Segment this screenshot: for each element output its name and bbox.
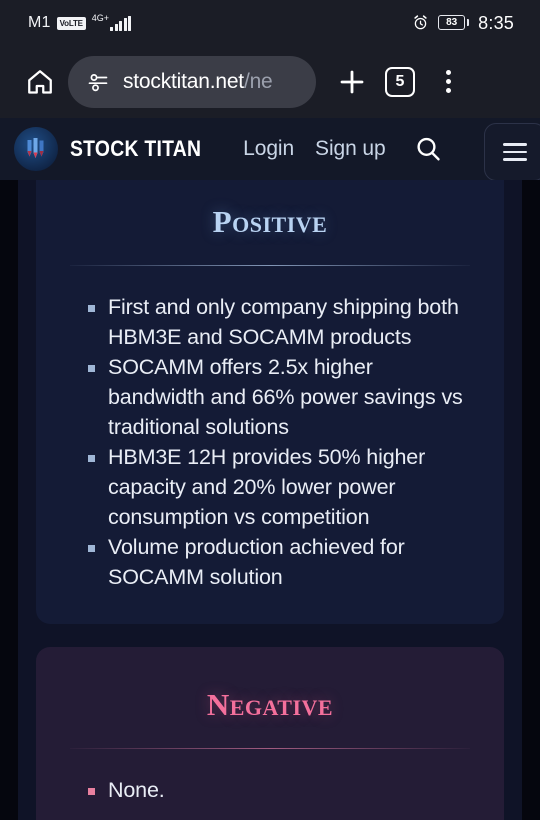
- list-item: Volume production achieved for SOCAMM so…: [88, 532, 474, 592]
- negative-bullet-list: None.: [62, 775, 478, 805]
- tab-count-label: 5: [385, 66, 415, 97]
- page-container: Positive First and only company shipping…: [18, 180, 522, 820]
- network-type-label: 4G+: [91, 13, 110, 23]
- hamburger-menu-button[interactable]: [484, 123, 540, 180]
- positive-card-divider: [70, 265, 470, 266]
- volte-badge: VoLTE: [56, 17, 86, 30]
- stock-titan-logo-icon: [14, 127, 58, 171]
- tab-switcher-button[interactable]: 5: [376, 58, 424, 106]
- negative-card: Negative None.: [36, 647, 504, 820]
- positive-card: Positive First and only company shipping…: [36, 180, 504, 624]
- alarm-clock-icon: [414, 15, 427, 30]
- list-item: First and only company shipping both HBM…: [88, 292, 474, 352]
- url-path: /ne: [243, 69, 273, 93]
- home-button[interactable]: [14, 56, 66, 108]
- list-item: HBM3E 12H provides 50% higher capacity a…: [88, 442, 474, 532]
- brand-home-link[interactable]: STOCK TITAN: [14, 127, 219, 171]
- page-body: Positive First and only company shipping…: [0, 180, 540, 820]
- new-tab-button[interactable]: [328, 58, 376, 106]
- list-item: SOCAMM offers 2.5x higher bandwidth and …: [88, 352, 474, 442]
- search-icon: [417, 137, 440, 161]
- site-header: STOCK TITAN Login Sign up: [0, 118, 540, 180]
- url-domain: stocktitan.net: [123, 69, 244, 93]
- negative-card-title: Negative: [206, 687, 334, 722]
- network-indicator: 4G+: [91, 13, 132, 31]
- home-icon: [28, 69, 52, 94]
- article-content: Positive First and only company shipping…: [36, 180, 504, 820]
- phone-screen: M1 VoLTE 4G+ 83 8:35 stocktitan.net/ne 5…: [0, 0, 540, 820]
- plus-icon: [340, 70, 364, 93]
- address-bar[interactable]: stocktitan.net/ne: [68, 55, 316, 108]
- carrier-label: M1: [28, 14, 51, 31]
- browser-menu-button[interactable]: [424, 58, 472, 106]
- signup-link[interactable]: Sign up: [315, 137, 386, 161]
- status-bar-right: 83 8:35: [412, 14, 514, 32]
- site-nav: Login Sign up: [243, 132, 444, 166]
- negative-card-divider: [70, 748, 470, 749]
- signal-bars-icon: [110, 16, 132, 31]
- positive-bullet-list: First and only company shipping both HBM…: [62, 292, 478, 592]
- browser-toolbar: stocktitan.net/ne 5: [0, 45, 540, 118]
- positive-card-title: Positive: [212, 204, 328, 239]
- search-button[interactable]: [411, 132, 445, 166]
- list-item: None.: [88, 775, 474, 805]
- tune-sliders-icon: [88, 73, 108, 91]
- battery-percent-label: 83: [446, 16, 458, 28]
- battery-icon: 83: [438, 15, 470, 30]
- kebab-menu-icon: [445, 70, 451, 93]
- status-bar: M1 VoLTE 4G+ 83 8:35: [0, 0, 540, 45]
- clock-label: 8:35: [478, 12, 514, 33]
- brand-name-label: STOCK TITAN: [70, 136, 202, 161]
- login-link[interactable]: Login: [243, 137, 294, 161]
- hamburger-menu-icon: [503, 143, 527, 161]
- status-bar-left: M1 VoLTE 4G+: [28, 13, 132, 31]
- address-bar-url: stocktitan.net/ne: [123, 70, 273, 94]
